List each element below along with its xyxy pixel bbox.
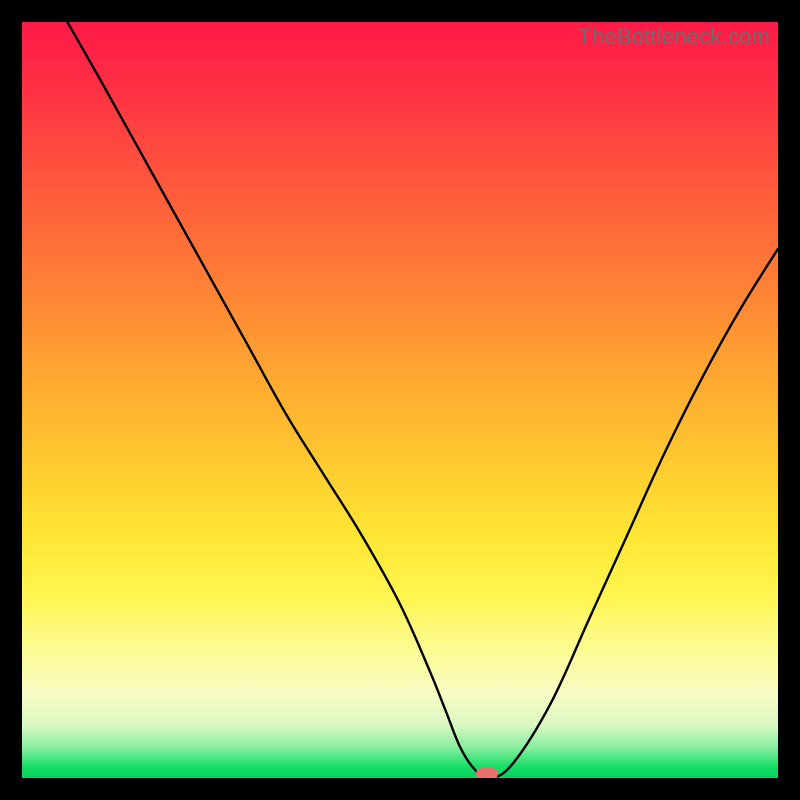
chart-frame: TheBottleneck.com	[0, 0, 800, 800]
plot-area: TheBottleneck.com	[22, 22, 778, 778]
optimal-point-marker	[476, 768, 498, 778]
watermark-text: TheBottleneck.com	[578, 24, 770, 50]
bottleneck-curve	[22, 22, 778, 778]
